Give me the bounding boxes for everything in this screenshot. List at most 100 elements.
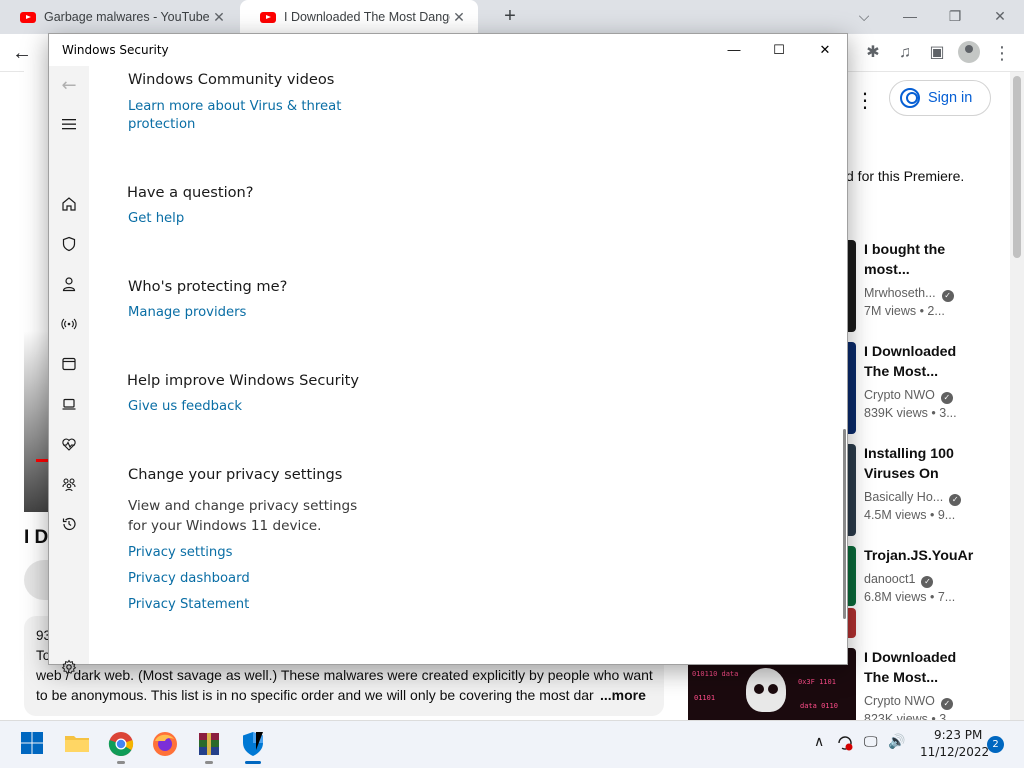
recommended-views: 7M views • 2...	[864, 304, 945, 318]
channel-avatar[interactable]	[24, 560, 48, 600]
recommended-channel-row: Basically Ho... ✓	[864, 490, 962, 506]
browser-close-button[interactable]: ✕	[988, 4, 1012, 28]
clock-date[interactable]: 11/12/2022	[920, 745, 989, 759]
video-thumbnail[interactable]	[848, 546, 856, 606]
whos-protecting-heading: Who's protecting me?	[128, 278, 288, 295]
privacy-settings-link[interactable]: Privacy settings	[128, 545, 233, 560]
recommended-views: 4.5M views • 9...	[864, 508, 956, 522]
privacy-description: View and change privacy settings	[128, 498, 358, 514]
clock-time[interactable]: 9:23 PM	[934, 728, 982, 742]
recommended-channel[interactable]: danooct1	[864, 572, 915, 586]
privacy-statement-link[interactable]: Privacy Statement	[128, 597, 249, 612]
account-circle-icon	[900, 88, 920, 108]
browser-tabstrip: Garbage malwares - YouTube ✕ I Downloade…	[0, 0, 1024, 34]
ws-minimize-button[interactable]: —	[711, 34, 757, 66]
verified-badge-icon: ✓	[921, 576, 934, 588]
recommended-video[interactable]: Installing 100 Viruses On M... Basically…	[848, 444, 1024, 540]
ws-titlebar[interactable]: Windows Security — ☐ ✕	[49, 34, 847, 66]
video-thumbnail[interactable]	[848, 240, 856, 332]
video-thumbnail[interactable]	[848, 342, 856, 434]
browser-menu-icon[interactable]: ⋮	[989, 40, 1015, 66]
history-icon[interactable]	[59, 516, 79, 536]
home-icon[interactable]	[59, 196, 79, 216]
give-feedback-link[interactable]: Give us feedback	[128, 399, 242, 414]
description-line: to be anonymous. This list is in no spec…	[36, 687, 594, 703]
recommended-title[interactable]: Trojan.JS.YouAr	[864, 546, 984, 566]
description-line: web / dark web. (Most savage as well.) T…	[36, 667, 653, 683]
app-browser-icon[interactable]	[59, 356, 79, 376]
video-title: I D	[24, 527, 49, 548]
ws-maximize-button[interactable]: ☐	[756, 34, 802, 66]
privacy-description-cont: for your Windows 11 device.	[128, 518, 322, 534]
video-thumbnail-skull[interactable]: 010110 data 0x3F 1101 01101 data 0110	[688, 664, 856, 720]
firefox-icon[interactable]	[152, 731, 178, 757]
chrome-running-indicator	[117, 761, 125, 764]
recommended-title[interactable]: I Downloaded The Most...	[864, 648, 964, 688]
recommended-video[interactable]: I Downloaded The Most... Crypto NWO ✓ 823…	[848, 648, 1024, 720]
notification-badge[interactable]: 2	[987, 736, 1004, 753]
side-panel-icon[interactable]: ▣	[924, 40, 950, 66]
family-icon[interactable]	[59, 476, 79, 496]
tab-search-icon[interactable]: ⌵	[852, 4, 876, 28]
tab-i-downloaded[interactable]: I Downloaded The Most Dangero ✕	[240, 0, 478, 34]
browser-minimize-button[interactable]: —	[898, 4, 922, 28]
page-scrollbar-thumb[interactable]	[1013, 76, 1021, 258]
privacy-settings-heading: Change your privacy settings	[128, 466, 343, 483]
video-thumbnail[interactable]	[848, 444, 856, 536]
privacy-dashboard-link[interactable]: Privacy dashboard	[128, 571, 250, 586]
account-icon[interactable]	[59, 276, 79, 296]
tab-garbage-malwares[interactable]: Garbage malwares - YouTube ✕	[0, 0, 238, 34]
recommended-channel-row: Crypto NWO ✓	[864, 694, 953, 710]
back-arrow-icon[interactable]: ←	[59, 76, 79, 96]
ws-scrollbar[interactable]	[843, 429, 846, 619]
recommended-video[interactable]: I bought the most... Mrwhoseth... ✓ 7M vi…	[848, 240, 1024, 336]
show-hidden-icons-chevron[interactable]: ∧	[814, 734, 824, 750]
video-progress-bar[interactable]	[36, 459, 48, 462]
profile-avatar-icon[interactable]	[958, 41, 980, 63]
update-notification-icon[interactable]	[836, 734, 854, 756]
recommended-title[interactable]: Installing 100 Viruses On M...	[864, 444, 964, 484]
get-help-link[interactable]: Get help	[128, 211, 184, 226]
recommended-channel[interactable]: Mrwhoseth...	[864, 286, 936, 300]
volume-icon[interactable]: 🔊	[888, 734, 905, 750]
community-videos-heading: Windows Community videos	[128, 71, 335, 88]
new-tab-button[interactable]: +	[498, 4, 522, 28]
video-player[interactable]	[24, 60, 48, 512]
recommended-channel[interactable]: Crypto NWO	[864, 388, 935, 402]
extensions-icon[interactable]: ✱	[860, 40, 886, 66]
heart-pulse-icon[interactable]	[59, 436, 79, 456]
manage-providers-link[interactable]: Manage providers	[128, 305, 246, 320]
ws-close-button[interactable]: ✕	[802, 34, 848, 66]
hamburger-icon[interactable]	[59, 116, 79, 136]
shield-icon[interactable]	[59, 236, 79, 256]
file-explorer-icon[interactable]	[64, 731, 90, 757]
recommended-title[interactable]: I Downloaded The Most...	[864, 342, 964, 382]
recommended-video[interactable]: I Downloaded The Most... Crypto NWO ✓ 839…	[848, 342, 1024, 438]
learn-more-virus-link[interactable]: Learn more about Virus & threat	[128, 99, 341, 114]
winrar-icon[interactable]	[196, 731, 222, 757]
sign-in-button[interactable]: Sign in	[889, 80, 991, 116]
youtube-settings-kebab-icon[interactable]: ⋮	[855, 88, 875, 113]
recommended-channel[interactable]: Basically Ho...	[864, 490, 943, 504]
start-icon[interactable]	[20, 731, 46, 757]
tab-close-icon[interactable]: ✕	[210, 9, 228, 26]
description-more-link[interactable]: ...more	[598, 687, 646, 703]
learn-more-virus-link-cont[interactable]: protection	[128, 117, 195, 132]
windows-security-running-indicator	[245, 761, 261, 764]
tab-close-icon[interactable]: ✕	[450, 9, 468, 26]
browser-restore-button[interactable]: ❐	[943, 4, 967, 28]
laptop-icon[interactable]	[59, 396, 79, 416]
recommended-channel-row: Mrwhoseth... ✓	[864, 286, 954, 302]
recommended-channel-row: Crypto NWO ✓	[864, 388, 953, 404]
network-icon[interactable]: 🖵	[864, 734, 878, 750]
video-thumbnail-lower	[848, 608, 856, 638]
ws-content-pane: Windows Community videos Learn more abou…	[89, 66, 847, 664]
gear-icon[interactable]	[59, 659, 79, 679]
chrome-icon[interactable]	[108, 731, 134, 757]
recommended-video[interactable]: Trojan.JS.YouAr danooct1 ✓ 6.8M views • 7…	[848, 546, 1024, 642]
skull-image	[746, 668, 786, 712]
recommended-channel[interactable]: Crypto NWO	[864, 694, 935, 708]
media-control-icon[interactable]: ♫	[892, 40, 918, 66]
recommended-title[interactable]: I bought the most...	[864, 240, 964, 280]
wireless-icon[interactable]	[59, 316, 79, 336]
